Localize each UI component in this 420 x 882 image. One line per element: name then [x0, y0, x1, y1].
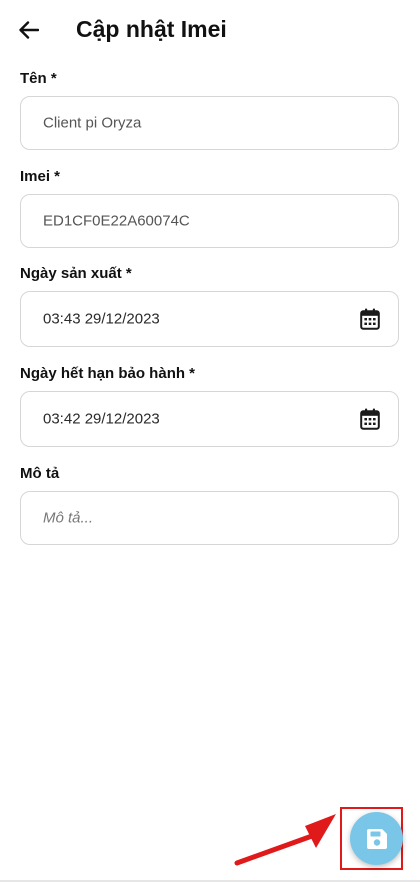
- name-input[interactable]: Client pi Oryza: [20, 96, 399, 150]
- name-label: Tên *: [20, 70, 57, 87]
- save-icon: [366, 828, 387, 849]
- calendar-icon[interactable]: [360, 408, 380, 430]
- name-field-group: Tên * Client pi Oryza: [20, 70, 399, 150]
- arrow-left-icon: [19, 21, 39, 39]
- description-label: Mô tả: [20, 465, 60, 482]
- imei-field-group: Imei * ED1CF0E22A60074C: [20, 168, 399, 248]
- save-button[interactable]: [350, 812, 403, 865]
- name-value: Client pi Oryza: [43, 114, 142, 132]
- manufacture-date-input[interactable]: 03:43 29/12/2023: [20, 291, 399, 347]
- annotation-arrow: [234, 814, 336, 866]
- warranty-date-field-group: Ngày hết hạn bảo hành * 03:42 29/12/2023: [20, 365, 399, 447]
- manufacture-date-label: Ngày sản xuất *: [20, 265, 132, 282]
- imei-input[interactable]: ED1CF0E22A60074C: [20, 194, 399, 248]
- warranty-date-label: Ngày hết hạn bảo hành *: [20, 365, 196, 382]
- app-header: Cập nhật Imei: [0, 0, 420, 60]
- calendar-icon[interactable]: [360, 308, 380, 330]
- back-button[interactable]: [12, 14, 46, 46]
- description-field-group: Mô tả Mô tả...: [20, 465, 399, 545]
- manufacture-date-value: 03:43 29/12/2023: [43, 310, 160, 328]
- manufacture-date-field-group: Ngày sản xuất * 03:43 29/12/2023: [20, 265, 399, 347]
- description-input[interactable]: Mô tả...: [20, 491, 399, 545]
- imei-value: ED1CF0E22A60074C: [43, 212, 190, 230]
- imei-label: Imei *: [20, 168, 61, 185]
- description-placeholder: Mô tả...: [43, 509, 94, 527]
- warranty-date-value: 03:42 29/12/2023: [43, 410, 160, 428]
- warranty-date-input[interactable]: 03:42 29/12/2023: [20, 391, 399, 447]
- page-title: Cập nhật Imei: [76, 16, 227, 42]
